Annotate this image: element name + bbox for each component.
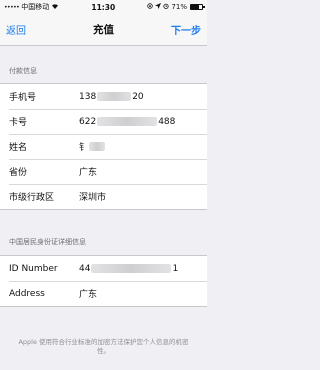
name-row[interactable]: 姓名 钅 [0,134,207,159]
clock: 11:30 [91,2,116,12]
id-number-label: ID Number [9,263,58,274]
orientation-lock-icon [147,3,154,11]
phone-number-prefix: 138 [79,91,97,102]
id-number-row[interactable]: ID Number 44 1 [0,256,207,281]
id-number-prefix: 44 [79,263,91,274]
phone-number-label: 手机号 [9,93,37,103]
card-number-prefix: 622 [79,116,97,127]
signal-strength-icon: ••••• [4,3,20,11]
redacted-block [97,117,158,126]
redacted-block [97,92,132,101]
card-number-value[interactable]: 622 488 [79,117,175,127]
province-row[interactable]: 省份 广东 [0,159,207,184]
phone-number-suffix: 20 [132,91,144,102]
name-prefix: 钅 [79,143,89,153]
redacted-block [89,142,106,151]
phone-number-value[interactable]: 138 20 [79,92,144,102]
address-value[interactable]: 广东 [79,287,97,300]
id-number-value[interactable]: 44 1 [79,264,178,274]
card-number-row[interactable]: 卡号 622 488 [0,109,207,134]
id-info-group: ID Number 44 1 Address 广东 [0,255,207,307]
battery-icon [189,4,205,10]
province-label: 省份 [9,168,28,178]
redacted-block [91,264,172,273]
address-label: Address [9,288,45,299]
city-row[interactable]: 市级行政区 深圳市 [0,184,207,209]
screen: ••••• 中国移动 11:30 71% 返回 充值 下一步 付款信息 手机号 … [0,0,207,370]
name-label: 姓名 [9,143,28,153]
battery-percent: 71% [171,3,187,11]
province-value[interactable]: 广东 [79,165,97,178]
id-number-suffix: 1 [172,263,179,274]
name-value[interactable]: 钅 [79,140,106,153]
back-button[interactable]: 返回 [6,22,26,37]
address-row[interactable]: Address 广东 [0,281,207,306]
status-bar: ••••• 中国移动 11:30 71% [0,0,207,14]
location-icon [155,3,162,11]
payment-info-group: 手机号 138 20 卡号 622 488 姓名 钅 省份 广东 市级行政区 深… [0,83,207,210]
card-number-suffix: 488 [158,116,176,127]
card-number-label: 卡号 [9,118,28,128]
carrier-name: 中国移动 [21,3,50,11]
city-label: 市级行政区 [9,193,55,203]
id-section-header: 中国居民身份证详细信息 [9,238,86,246]
navigation-bar: 返回 充值 下一步 [0,14,207,46]
payment-section-header: 付款信息 [9,67,37,75]
city-value[interactable]: 深圳市 [79,190,106,203]
wifi-icon [51,3,59,11]
privacy-note: Apple 使用符合行业标准的加密方法保护您个人信息的机密性。 [18,338,189,355]
phone-number-row[interactable]: 手机号 138 20 [0,84,207,109]
alarm-icon [163,3,170,11]
next-step-button[interactable]: 下一步 [171,22,201,37]
